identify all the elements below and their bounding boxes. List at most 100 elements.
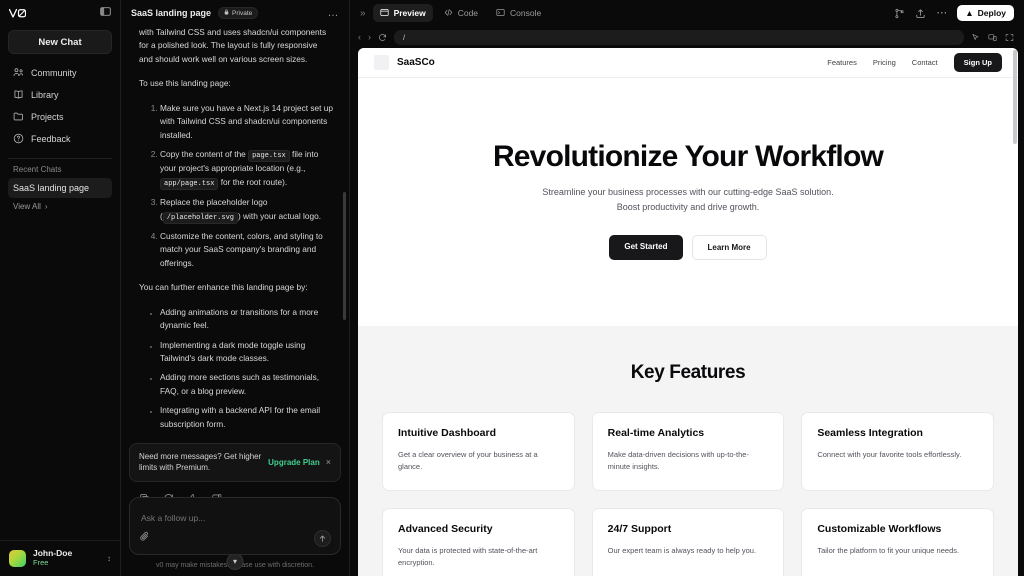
- sidebar-item-projects[interactable]: Projects: [8, 106, 112, 127]
- recent-chat-item[interactable]: SaaS landing page: [8, 178, 112, 198]
- forward-icon[interactable]: ›: [368, 32, 371, 42]
- scroll-to-bottom-button[interactable]: ▾: [227, 553, 244, 570]
- close-icon[interactable]: ×: [326, 457, 331, 467]
- chat-composer: [129, 497, 341, 555]
- lock-icon: [224, 9, 229, 17]
- paperclip-icon[interactable]: [139, 529, 150, 547]
- sidebar-item-label: Community: [31, 68, 77, 78]
- sidebar-item-label: Feedback: [31, 134, 71, 144]
- list-item: Adding more sections such as testimonial…: [160, 371, 333, 398]
- feature-body: Tailor the platform to fit your unique n…: [817, 545, 978, 558]
- back-icon[interactable]: ‹: [358, 32, 361, 42]
- feature-title: Customizable Workflows: [817, 523, 978, 535]
- library-icon: [13, 89, 24, 100]
- community-icon: [13, 67, 24, 78]
- tab-preview[interactable]: Preview: [373, 4, 433, 22]
- toggle-panel-icon[interactable]: [100, 4, 111, 22]
- visibility-badge[interactable]: Private: [218, 7, 258, 19]
- learn-more-label: Learn More: [708, 243, 751, 252]
- refresh-icon[interactable]: [378, 33, 387, 42]
- step-text: Copy the content of the: [160, 149, 248, 159]
- sidebar-header: [0, 0, 120, 26]
- chevron-down-icon: ▾: [233, 557, 237, 566]
- preview-viewport: SaaSCo Features Pricing Contact Sign Up …: [358, 48, 1018, 576]
- vercel-triangle-icon: ▲: [965, 8, 973, 18]
- chat-scrollbar[interactable]: [343, 30, 346, 456]
- chat-more-icon[interactable]: …: [328, 8, 340, 19]
- viewport-scrollbar[interactable]: [1013, 50, 1017, 574]
- site-nav-contact[interactable]: Contact: [912, 58, 938, 67]
- new-chat-button[interactable]: New Chat: [8, 30, 112, 54]
- sidebar-item-feedback[interactable]: Feedback: [8, 128, 112, 149]
- expand-chevrons-icon[interactable]: »: [360, 8, 366, 19]
- v0-logo-icon[interactable]: [9, 8, 26, 19]
- steps-list: Make sure you have a Next.js 14 project …: [139, 102, 333, 270]
- view-all-label: View All: [13, 202, 41, 211]
- upload-icon[interactable]: [915, 8, 926, 19]
- tab-label: Code: [458, 8, 478, 18]
- chevron-updown-icon: ↕: [107, 554, 111, 563]
- more-icon[interactable]: ⋯: [936, 8, 947, 19]
- new-chat-label: New Chat: [38, 37, 81, 48]
- deploy-button[interactable]: ▲ Deploy: [957, 5, 1014, 21]
- recent-chat-label: SaaS landing page: [13, 183, 89, 193]
- upgrade-plan-button[interactable]: Upgrade Plan: [268, 458, 320, 467]
- feedback-icon: [13, 133, 24, 144]
- user-profile[interactable]: John-Doe Free ↕: [0, 540, 120, 576]
- recent-chats-label: Recent Chats: [0, 165, 120, 174]
- projects-icon: [13, 111, 24, 122]
- toolbar-right-group: ⋯ ▲ Deploy: [894, 5, 1014, 21]
- url-input[interactable]: /: [394, 30, 964, 45]
- fullscreen-icon[interactable]: [1005, 33, 1014, 42]
- chat-scrollbar-thumb[interactable]: [343, 192, 346, 320]
- tab-console[interactable]: Console: [489, 4, 548, 22]
- feature-title: Real-time Analytics: [608, 427, 769, 439]
- sign-up-button[interactable]: Sign Up: [954, 53, 1002, 72]
- sidebar-item-library[interactable]: Library: [8, 84, 112, 105]
- tab-label: Console: [510, 8, 541, 18]
- sidebar-item-community[interactable]: Community: [8, 62, 112, 83]
- devices-icon[interactable]: [988, 33, 997, 42]
- site-nav-features[interactable]: Features: [827, 58, 857, 67]
- send-button[interactable]: [314, 530, 331, 547]
- feature-body: Make data-driven decisions with up-to-th…: [608, 449, 769, 474]
- preview-pane: » Preview Code Console: [350, 0, 1024, 576]
- feature-title: Seamless Integration: [817, 427, 978, 439]
- feature-card: 24/7 Support Our expert team is always r…: [592, 508, 785, 576]
- sidebar-divider: [8, 158, 112, 159]
- monitor-icon: [380, 8, 389, 19]
- step-item-4: Customize the content, colors, and styli…: [160, 230, 333, 270]
- user-plan: Free: [33, 559, 100, 568]
- hero-cta-group: Get Started Learn More: [358, 235, 1018, 260]
- learn-more-button[interactable]: Learn More: [692, 235, 767, 260]
- get-started-label: Get Started: [624, 242, 667, 251]
- deploy-label: Deploy: [978, 8, 1006, 18]
- hero-title: Revolutionize Your Workflow: [358, 140, 1018, 173]
- follow-up-input[interactable]: [130, 498, 340, 529]
- feature-card: Real-time Analytics Make data-driven dec…: [592, 412, 785, 491]
- viewport-scrollbar-thumb[interactable]: [1013, 50, 1017, 144]
- hero-section: Revolutionize Your Workflow Streamline y…: [358, 78, 1018, 326]
- site-nav-pricing[interactable]: Pricing: [873, 58, 896, 67]
- sidebar-nav-list: Community Library Projects Feedback: [0, 62, 120, 149]
- feature-title: 24/7 Support: [608, 523, 769, 535]
- get-started-button[interactable]: Get Started: [609, 235, 682, 260]
- list-item: Adding animations or transitions for a m…: [160, 306, 333, 333]
- list-item: Implementing a dark mode toggle using Ta…: [160, 339, 333, 366]
- inline-code: page.tsx: [248, 150, 290, 162]
- branch-icon[interactable]: [894, 8, 905, 19]
- upsell-text: Need more messages? Get higher limits wi…: [139, 451, 262, 474]
- chat-message-scroll[interactable]: with Tailwind CSS and uses shadcn/ui com…: [121, 26, 349, 497]
- view-all-button[interactable]: View All ›: [0, 198, 120, 215]
- hero-subtitle-line2: Boost productivity and drive growth.: [358, 200, 1018, 215]
- step-item-1: Make sure you have a Next.js 14 project …: [160, 102, 333, 142]
- left-sidebar: New Chat Community Library Projects: [0, 0, 121, 576]
- tab-code[interactable]: Code: [437, 4, 485, 22]
- hero-subtitle-line1: Streamline your business processes with …: [358, 185, 1018, 200]
- visibility-label: Private: [232, 10, 252, 17]
- message-paragraph-1: with Tailwind CSS and uses shadcn/ui com…: [139, 26, 333, 66]
- chat-panel: SaaS landing page Private … with Tailwin…: [121, 0, 350, 576]
- feature-card: Seamless Integration Connect with your f…: [801, 412, 994, 491]
- pointer-icon[interactable]: [971, 33, 980, 42]
- enhancement-list: Adding animations or transitions for a m…: [139, 306, 333, 432]
